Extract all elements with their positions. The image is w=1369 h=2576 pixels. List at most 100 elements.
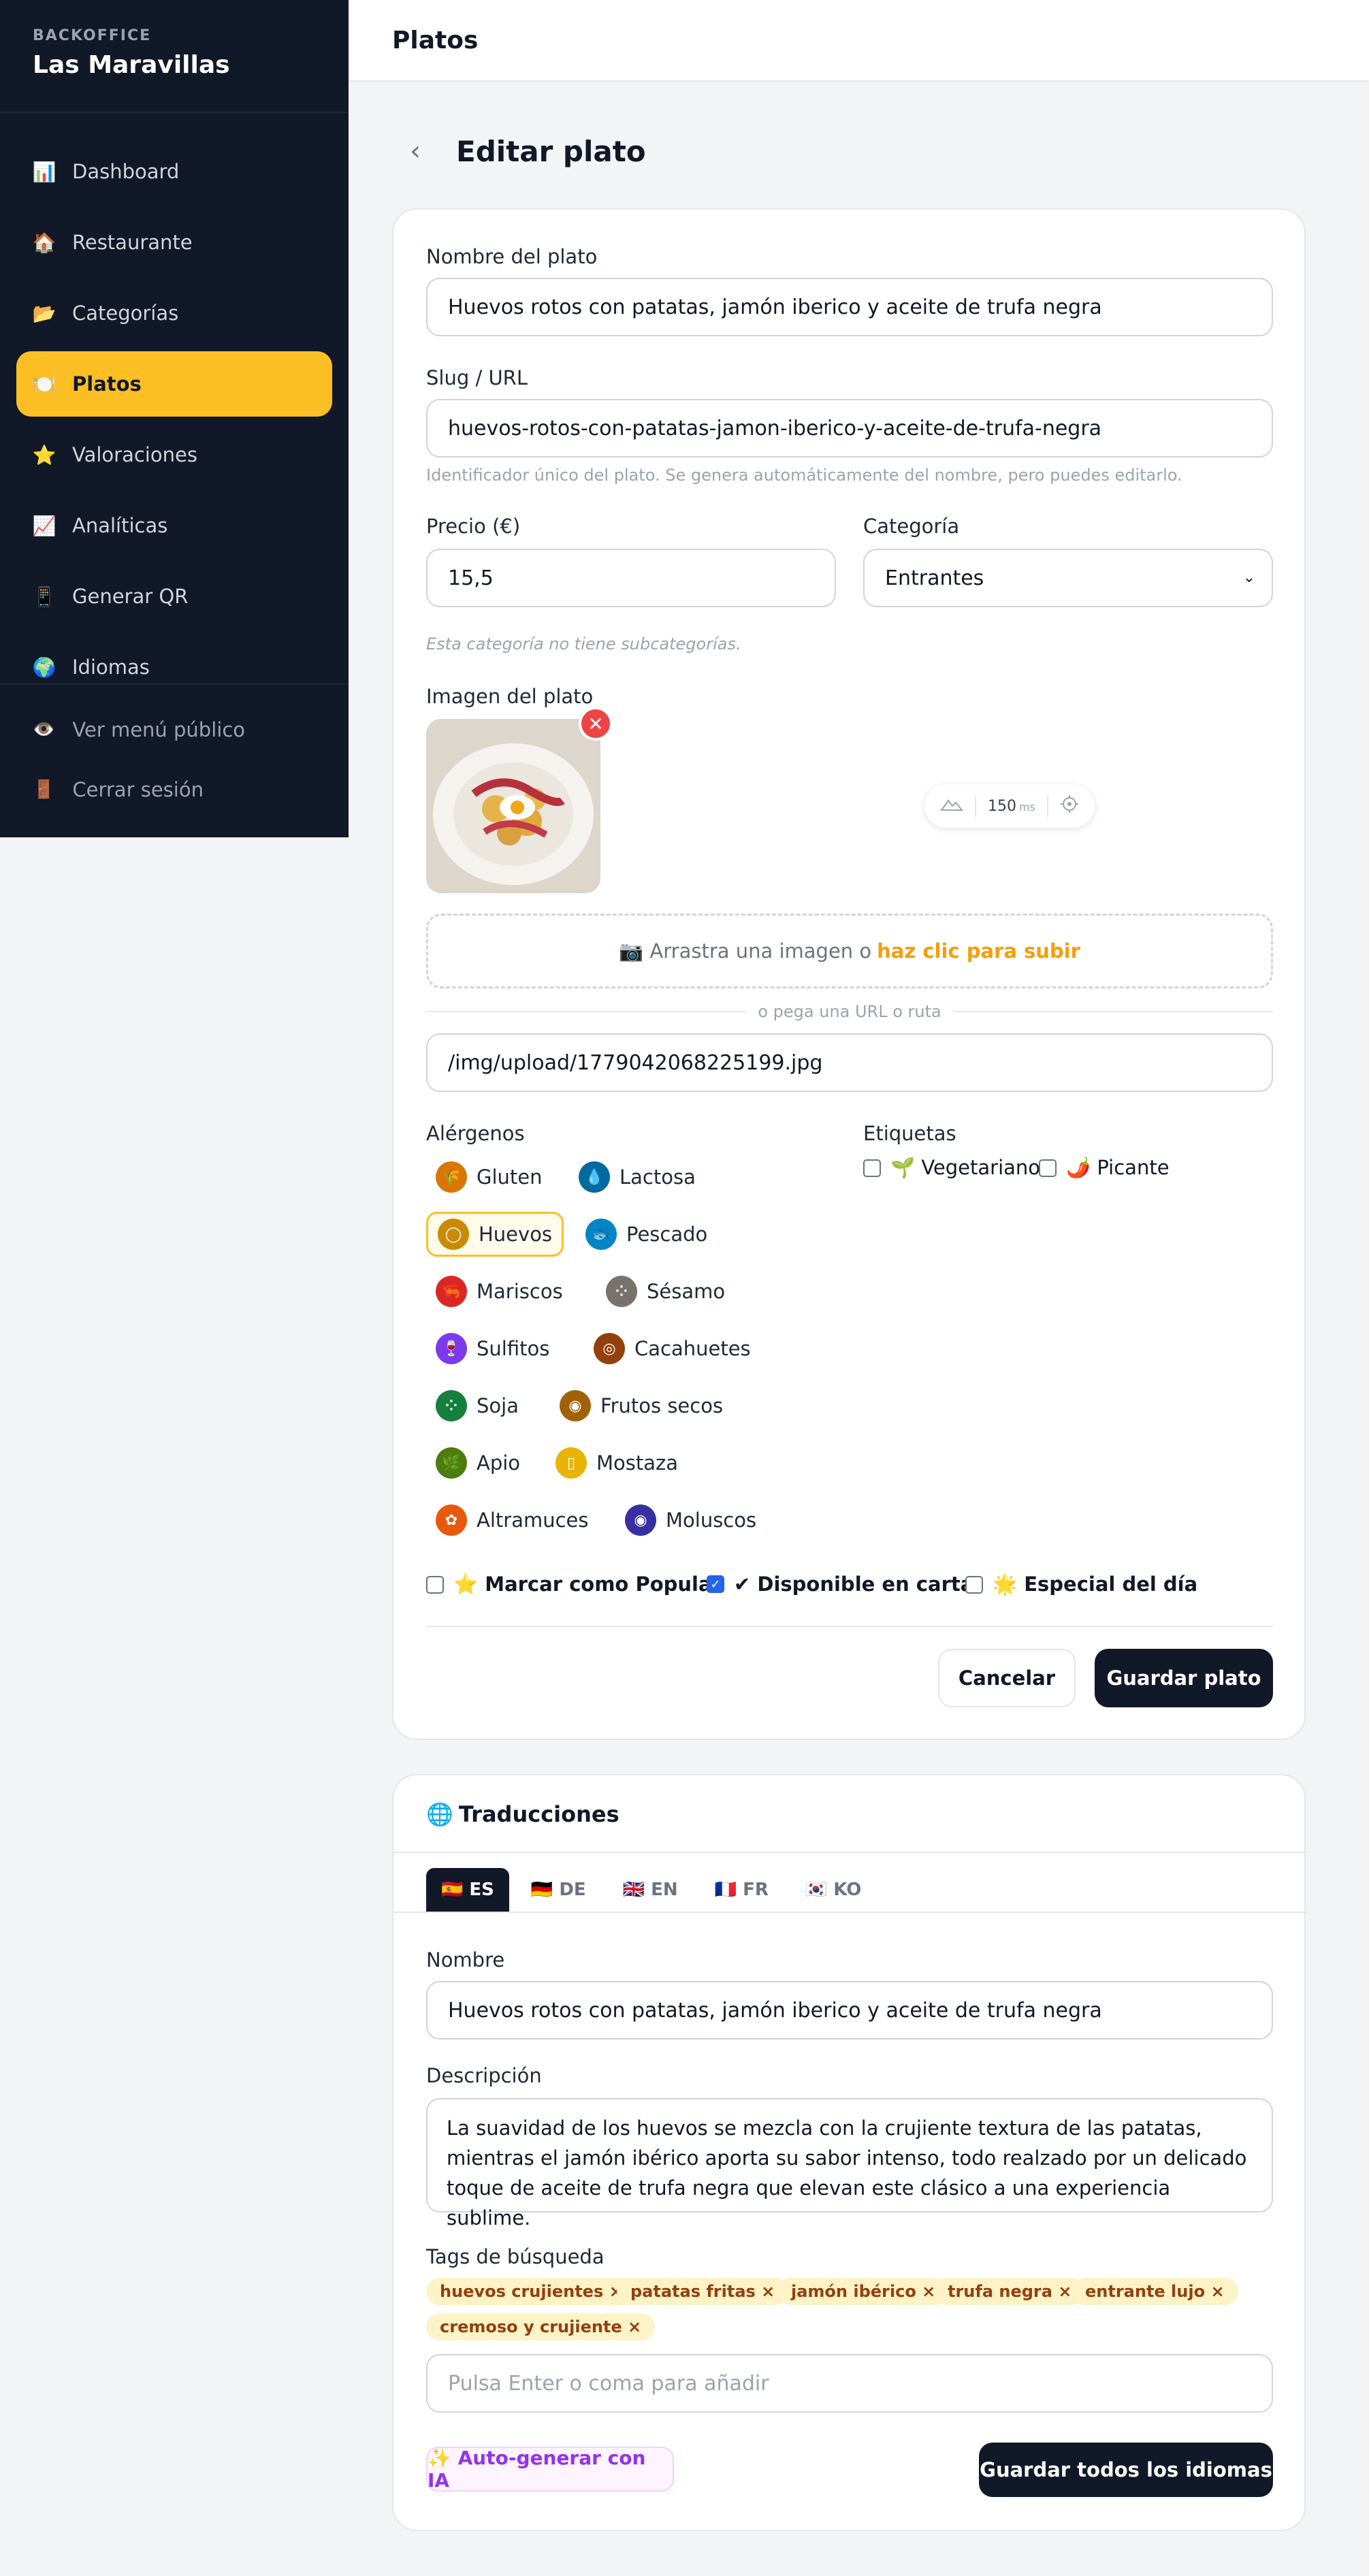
special-label: 🌟 Especial del día [993,1573,1198,1596]
view-public-menu-link[interactable]: 👁️ Ver menú público [0,700,349,760]
search-tag[interactable]: entrante lujo × [1072,2278,1238,2305]
allergen-label: Frutos secos [600,1394,724,1417]
latency-readout: 150 ms [988,798,1035,815]
allergen-label: Sulfitos [477,1337,550,1360]
tabs-divider [393,1912,1307,1913]
header-title: Platos [392,26,479,54]
or-divider: o pega una URL o ruta [426,1002,1274,1021]
sidebar-item-label: Generar QR [72,585,189,608]
allergen-soja[interactable]: ⁘ Soja [426,1383,528,1428]
checkbox[interactable] [965,1575,983,1594]
tag-spicy-label: 🌶️ Picante [1066,1156,1170,1179]
search-tag[interactable]: cremoso y crujiente × [426,2313,656,2340]
globe-icon: 🌍 [32,656,57,679]
sidebar-item-dashboard[interactable]: 📊 Dashboard [16,139,332,204]
tab-ko[interactable]: 🇰🇷 KO [790,1868,877,1912]
checkbox[interactable] [426,1575,444,1594]
tags-input[interactable]: Pulsa Enter o coma para añadir [426,2354,1273,2413]
tag-spicy-checkbox[interactable]: 🌶️ Picante [1039,1156,1170,1180]
checkbox-checked[interactable]: ✓ [707,1575,724,1593]
language-tabs: 🇪🇸 ES 🇩🇪 DE 🇬🇧 EN 🇫🇷 FR 🇰🇷 KO [426,1868,883,1912]
tab-en[interactable]: 🇬🇧 EN [608,1868,693,1912]
chevron-down-icon: ⌄ [1242,569,1255,586]
sidebar-item-generar-qr[interactable]: 📱 Generar QR [16,564,332,629]
sidebar-item-platos[interactable]: 🍽️ Platos [16,351,332,417]
translation-name-input[interactable]: Huevos rotos con patatas, jamón iberico … [426,1981,1273,2040]
allergen-cacahuetes[interactable]: ◎ Cacahuetes [584,1326,760,1371]
cancel-button[interactable]: Cancelar [938,1649,1076,1707]
view-public-menu-label: Ver menú público [72,718,246,741]
save-dish-button[interactable]: Guardar plato [1095,1649,1273,1707]
allergen-huevos[interactable]: ◯ Huevos [426,1212,564,1257]
or-divider-text: o pega una URL o ruta [758,1002,941,1021]
allergen-gluten[interactable]: 🌾 Gluten [426,1155,552,1200]
remove-image-button[interactable]: ✕ [579,707,613,741]
allergen-label: Apio [477,1451,521,1475]
dish-name-input[interactable]: Huevos rotos con patatas, jamón iberico … [426,278,1273,336]
plate-icon: 🍽️ [32,372,57,396]
allergen-apio[interactable]: 🌿 Apio [426,1440,530,1485]
allergen-lactosa[interactable]: 💧 Lactosa [569,1155,705,1200]
sidebar-item-categorias[interactable]: 📂 Categorías [16,280,332,346]
search-tag[interactable]: patatas fritas × [617,2278,789,2305]
drop-icon: 💧 [579,1161,610,1193]
tab-fr[interactable]: 🇫🇷 FR [700,1868,784,1912]
allergen-mostaza[interactable]: ▯ Mostaza [546,1440,688,1485]
egg-icon: ◯ [438,1219,469,1250]
checkbox[interactable] [1039,1159,1057,1177]
tag-vegetarian-checkbox[interactable]: 🌱 Vegetariano [863,1156,1040,1180]
allergen-sulfitos[interactable]: 🍷 Sulfitos [426,1326,559,1371]
sidebar-item-label: Categorías [72,302,179,325]
brand-title: Las Maravillas [33,51,230,79]
allergen-label: Cacahuetes [634,1337,751,1360]
popular-checkbox[interactable]: ⭐ Marcar como Popular [426,1573,722,1596]
allergen-altramuces[interactable]: ✿ Altramuces [426,1498,598,1543]
upload-link[interactable]: haz clic para subir [877,939,1080,963]
description-textarea[interactable]: La suavidad de los huevos se mezcla con … [426,2098,1273,2229]
translations-title-text: Traducciones [458,1801,619,1827]
wine-glass-icon: 🍷 [436,1333,467,1364]
sidebar-item-restaurante[interactable]: 🏠 Restaurante [16,210,332,275]
sidebar-item-valoraciones[interactable]: ⭐ Valoraciones [16,422,332,487]
sidebar-footer: 👁️ Ver menú público 🚪 Cerrar sesión [0,683,349,820]
allergen-moluscos[interactable]: ◉ Moluscos [615,1498,766,1543]
brand: BACKOFFICE Las Maravillas [0,0,349,113]
allergen-pescado[interactable]: 🐟 Pescado [576,1212,717,1257]
available-checkbox[interactable]: ✓ ✔ Disponible en carta [707,1573,973,1596]
search-tag[interactable]: jamón ibérico × [777,2278,950,2305]
special-checkbox[interactable]: 🌟 Especial del día [965,1573,1197,1596]
save-all-languages-button[interactable]: Guardar todos los idiomas [979,2443,1273,2497]
image-path-input[interactable]: /img/upload/1779042068225199.jpg [426,1033,1273,1092]
sidebar-item-analiticas[interactable]: 📈 Analíticas [16,493,332,558]
slug-label: Slug / URL [426,366,528,389]
allergen-label: Sésamo [647,1280,726,1303]
latency-value: 150 [988,797,1016,815]
category-select[interactable]: Entrantes ⌄ [863,549,1273,607]
allergen-label: Huevos [479,1223,553,1246]
eye-icon: 👁️ [33,720,55,740]
ai-autogenerate-button[interactable]: ✨ Auto-generar con IA [426,2447,674,2492]
tab-es[interactable]: 🇪🇸 ES [426,1868,509,1912]
search-tag[interactable]: huevos crujientes × [426,2278,637,2305]
subcategory-hint: Esta categoría no tiene subcategorías. [426,634,741,654]
latency-widget: 150 ms [924,784,1095,828]
checkbox[interactable] [863,1159,881,1177]
form-divider [426,1626,1273,1627]
sidebar-item-label: Platos [72,372,142,396]
trend-icon: 📈 [32,514,57,537]
dish-image-thumbnail [426,719,600,893]
back-button[interactable]: ‹ [393,129,437,173]
search-tag[interactable]: trufa negra × [934,2278,1086,2305]
brand-kicker: BACKOFFICE [33,27,152,44]
logout-link[interactable]: 🚪 Cerrar sesión [0,760,349,820]
allergen-sesamo[interactable]: ⁘ Sésamo [596,1269,735,1314]
crosshair-icon[interactable] [1060,794,1079,818]
allergen-label: Altramuces [477,1509,589,1532]
price-input[interactable]: 15,5 [426,549,836,607]
allergen-mariscos[interactable]: 🦐 Mariscos [426,1269,573,1314]
allergen-label: Lactosa [619,1165,696,1189]
slug-input[interactable]: huevos-rotos-con-patatas-jamon-iberico-y… [426,399,1273,457]
tab-de[interactable]: 🇩🇪 DE [516,1868,601,1912]
image-dropzone[interactable]: 📷 Arrastra una imagen o haz clic para su… [426,914,1273,988]
allergen-frutos-secos[interactable]: ◉ Frutos secos [550,1383,732,1428]
